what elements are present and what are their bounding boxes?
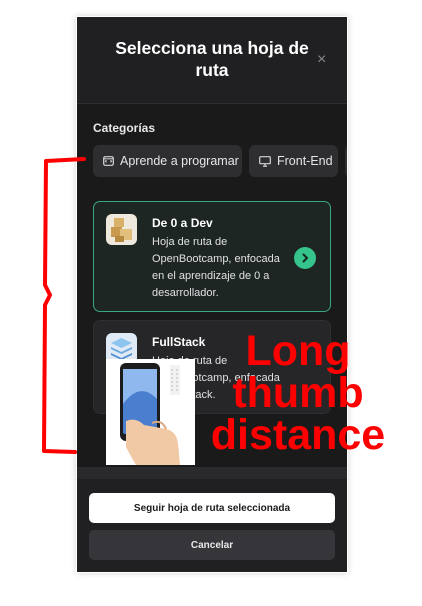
modal-footer: Seguir hoja de ruta seleccionada Cancela… bbox=[77, 479, 347, 572]
monitor-icon bbox=[259, 155, 271, 167]
categories-label: Categorías bbox=[93, 121, 156, 135]
roadmap-card-de-0-a-dev[interactable]: De 0 a Dev Hoja de ruta de OpenBootcamp,… bbox=[93, 201, 331, 312]
long-thumb-distance-annotation: Long thumb distance bbox=[210, 327, 386, 459]
modal-header: Selecciona una hoja de ruta × bbox=[77, 17, 347, 104]
boxes-icon bbox=[106, 214, 137, 245]
chevron-right-icon bbox=[302, 253, 309, 263]
thumb-reach-bracket bbox=[42, 157, 86, 454]
close-icon[interactable]: × bbox=[317, 51, 326, 69]
category-chip-front-end[interactable]: Front-End bbox=[249, 145, 338, 177]
chip-label: Front-End bbox=[277, 154, 333, 168]
roadmap-description: Hoja de ruta de OpenBootcamp, enfocada e… bbox=[152, 236, 280, 299]
category-chip-aprende-a-programar[interactable]: Aprende a programar bbox=[93, 145, 242, 177]
modal-title: Selecciona una hoja de ruta bbox=[115, 38, 309, 80]
roadmap-title: FullStack bbox=[152, 335, 206, 349]
category-chip-partial[interactable] bbox=[345, 145, 347, 177]
code-window-icon bbox=[103, 156, 114, 166]
follow-roadmap-button[interactable]: Seguir hoja de ruta seleccionada bbox=[89, 493, 335, 523]
cancel-button[interactable]: Cancelar bbox=[89, 530, 335, 560]
roadmap-title: De 0 a Dev bbox=[152, 216, 213, 230]
chip-label: Aprende a programar bbox=[120, 154, 239, 168]
roadmap-modal: Selecciona una hoja de ruta × Categorías… bbox=[77, 17, 347, 572]
select-roadmap-button[interactable] bbox=[294, 247, 316, 269]
phone-in-hand-illustration bbox=[106, 359, 195, 465]
